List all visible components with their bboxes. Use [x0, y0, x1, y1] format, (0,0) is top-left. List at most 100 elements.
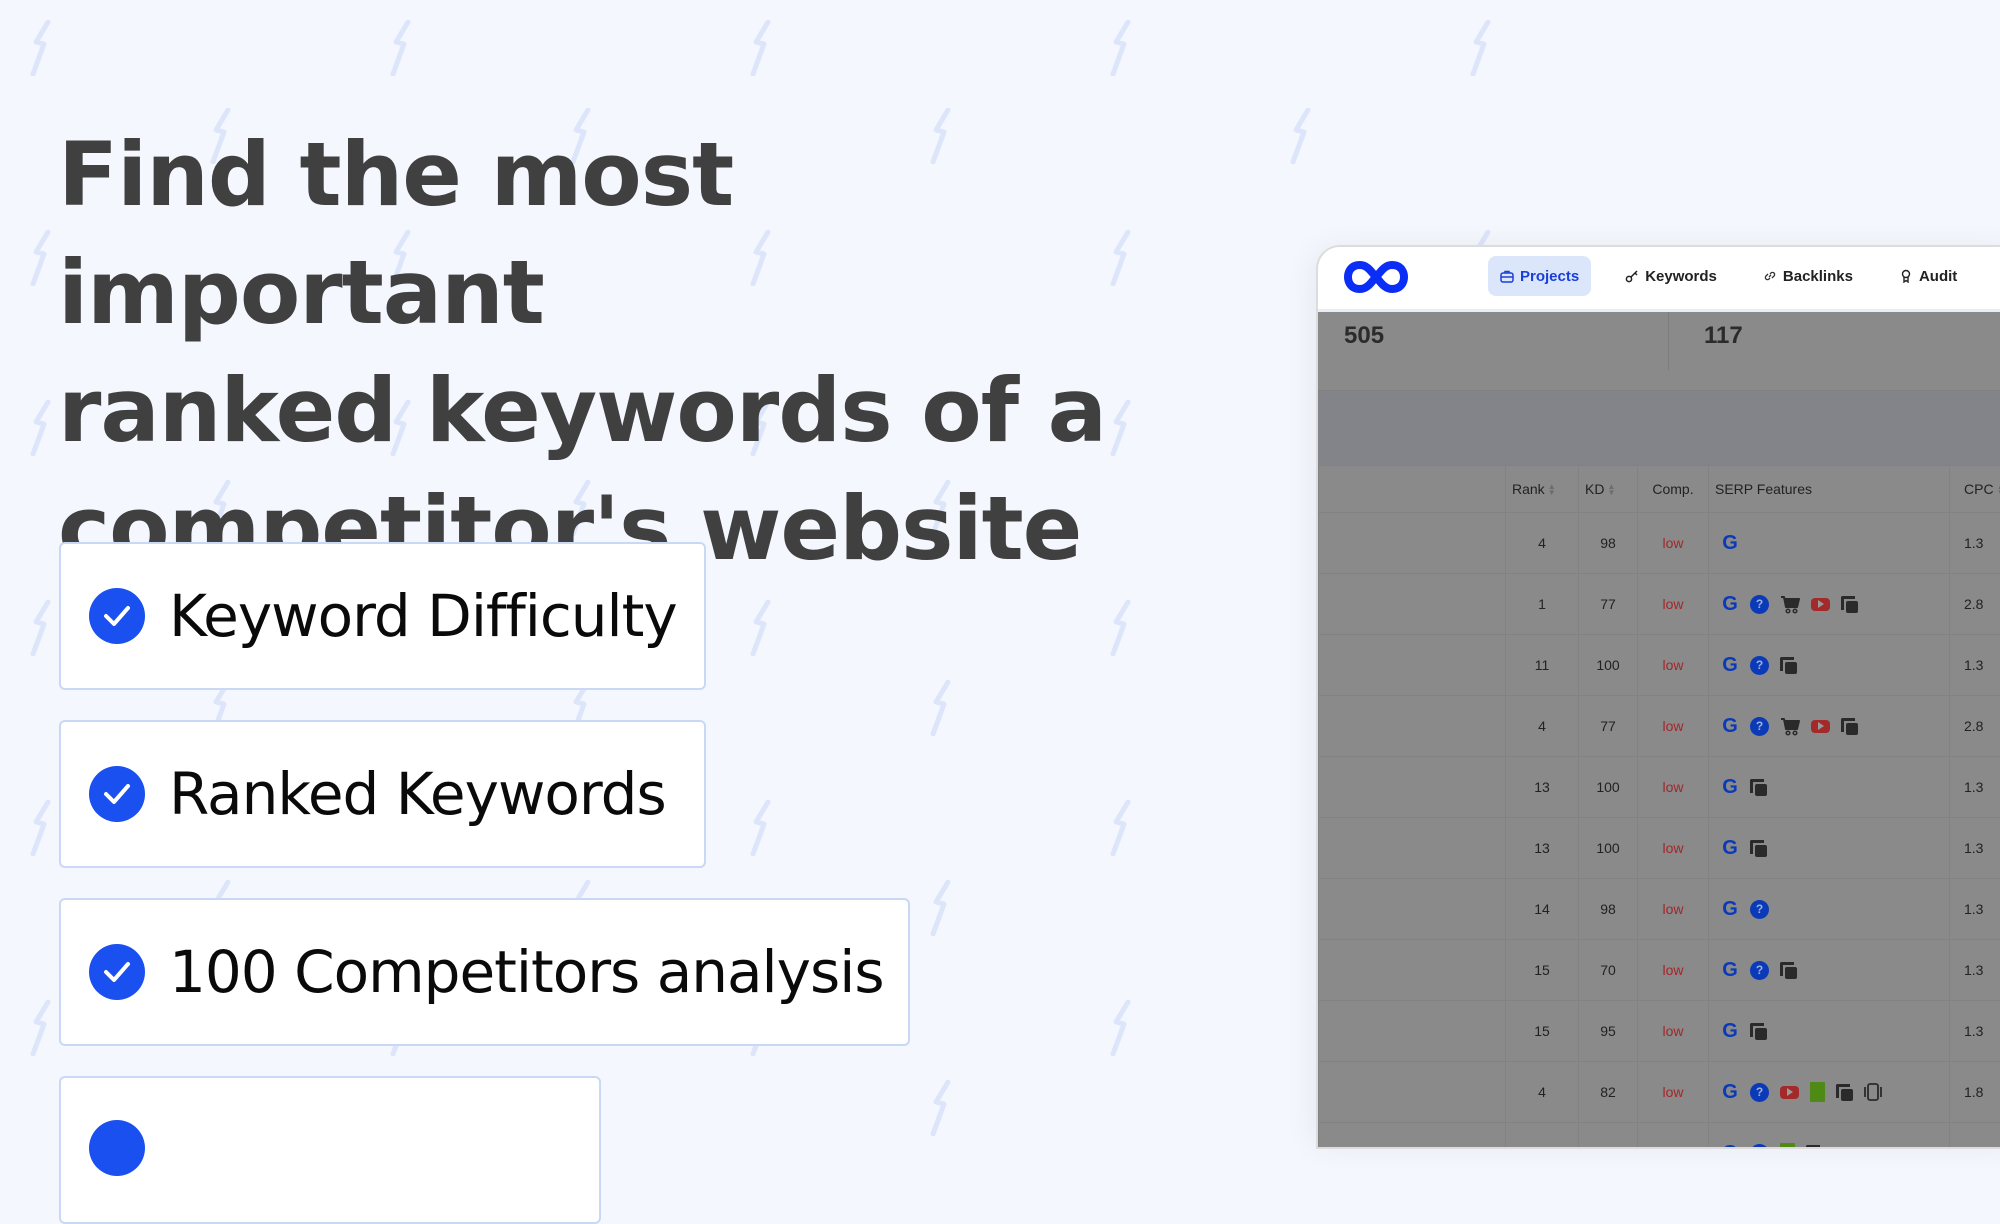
kd-cell: 70	[1579, 940, 1638, 1001]
lightning-bolt-icon	[28, 800, 54, 856]
table-header-row: Rank▲▼ KD▲▼ Comp. SERP Features CPC▲▼	[1319, 466, 2000, 513]
keyword-cell	[1319, 940, 1506, 1001]
copy-icon	[1841, 718, 1858, 735]
headline-line-1: Find the most important	[58, 123, 733, 344]
carousel-icon	[1864, 1083, 1882, 1101]
kd-cell: 100	[1579, 818, 1638, 879]
lightning-bolt-icon	[28, 20, 54, 76]
col-rank[interactable]: Rank▲▼	[1506, 466, 1579, 513]
feature-label: 100 Competitors analysis	[169, 938, 884, 1006]
col-serp-features: SERP Features	[1709, 466, 1950, 513]
copy-icon	[1806, 1145, 1823, 1148]
table-row[interactable]: 1498lowG?1.3	[1319, 879, 2000, 940]
image-file-icon	[1780, 1143, 1795, 1147]
lightning-bolt-icon	[1288, 108, 1314, 164]
table-row[interactable]: 1570lowG?1.3	[1319, 940, 2000, 1001]
table-row[interactable]: 498lowG1.3	[1319, 513, 2000, 574]
kd-cell: 98	[1579, 513, 1638, 574]
col-kd[interactable]: KD▲▼	[1579, 466, 1638, 513]
keyword-cell	[1319, 513, 1506, 574]
briefcase-icon	[1500, 269, 1514, 283]
table-row[interactable]: 477lowG?2.8	[1319, 696, 2000, 757]
question-icon: ?	[1750, 717, 1769, 736]
serp-features-cell: G?	[1709, 1062, 1950, 1123]
comp-cell: low	[1638, 879, 1709, 940]
rank-cell: 14	[1506, 879, 1579, 940]
rank-cell: 15	[1506, 940, 1579, 1001]
youtube-icon	[1780, 1086, 1799, 1099]
nav-projects[interactable]: Projects	[1488, 256, 1591, 296]
rank-cell: 1	[1506, 574, 1579, 635]
feature-label: Ranked Keywords	[169, 760, 666, 828]
google-icon: G	[1721, 776, 1739, 799]
keyword-cell	[1319, 574, 1506, 635]
col-comp: Comp.	[1638, 466, 1709, 513]
serp-features-cell: G?	[1709, 635, 1950, 696]
question-icon: ?	[1750, 900, 1769, 919]
copy-icon	[1836, 1084, 1853, 1101]
cpc-cell: 1.3	[1950, 818, 2000, 879]
serp-features-cell: G	[1709, 818, 1950, 879]
sort-icon[interactable]: ▲▼	[1997, 484, 2000, 496]
comp-cell: low	[1638, 818, 1709, 879]
nav-audit[interactable]: Audit	[1887, 256, 1969, 296]
comp-cell	[1638, 1123, 1709, 1148]
question-icon: ?	[1750, 961, 1769, 980]
keyword-cell	[1319, 1001, 1506, 1062]
sort-icon[interactable]: ▲▼	[1607, 484, 1615, 496]
google-icon: G	[1721, 837, 1739, 860]
nav-backlinks[interactable]: Backlinks	[1751, 256, 1865, 296]
rank-cell: 11	[1506, 635, 1579, 696]
feature-item-4	[59, 1076, 601, 1224]
table-row[interactable]: 1595lowG1.3	[1319, 1001, 2000, 1062]
check-circle-icon	[89, 588, 145, 644]
table-row[interactable]: 177lowG?2.8	[1319, 574, 2000, 635]
table-row[interactable]: G?	[1319, 1123, 2000, 1148]
keyword-cell	[1319, 879, 1506, 940]
image-file-icon	[1810, 1082, 1825, 1102]
google-icon: G	[1721, 532, 1739, 555]
google-icon: G	[1721, 1081, 1739, 1104]
table-row[interactable]: 13100lowG1.3	[1319, 757, 2000, 818]
shopping-cart-icon	[1780, 716, 1800, 736]
serp-features-cell: G?	[1709, 696, 1950, 757]
comp-cell: low	[1638, 757, 1709, 818]
shopping-cart-icon	[1780, 594, 1800, 614]
keyword-cell	[1319, 757, 1506, 818]
infinity-logo-icon[interactable]	[1344, 259, 1408, 295]
check-circle-icon	[89, 1120, 145, 1176]
copy-icon	[1750, 1023, 1767, 1040]
cpc-cell: 2.8	[1950, 696, 2000, 757]
lightning-bolt-icon	[388, 20, 414, 76]
sort-icon[interactable]: ▲▼	[1548, 484, 1556, 496]
nav-keywords[interactable]: Keywords	[1613, 256, 1729, 296]
modal-overlay: 505 117 Rank▲▼ KD▲▼ Comp. SERP Features …	[1318, 312, 2000, 1147]
kd-cell: 98	[1579, 879, 1638, 940]
col-cpc[interactable]: CPC▲▼	[1950, 466, 2000, 513]
cpc-cell: 1.3	[1950, 513, 2000, 574]
serp-features-cell: G?	[1709, 1123, 1950, 1148]
rank-cell: 15	[1506, 1001, 1579, 1062]
lightning-bolt-icon	[28, 230, 54, 286]
table-row[interactable]: 13100low G 1.3	[1319, 818, 2000, 879]
rank-cell	[1506, 1123, 1579, 1148]
kd-cell: 95	[1579, 1001, 1638, 1062]
feature-keyword-difficulty: Keyword Difficulty	[59, 542, 706, 690]
nav-label: Projects	[1520, 268, 1579, 285]
comp-cell: low	[1638, 574, 1709, 635]
feature-ranked-keywords: Ranked Keywords	[59, 720, 706, 868]
copy-icon	[1780, 962, 1797, 979]
table-row[interactable]: 11100lowG?1.3	[1319, 635, 2000, 696]
comp-cell: low	[1638, 1062, 1709, 1123]
serp-features-cell: G	[1709, 757, 1950, 818]
comp-cell: low	[1638, 1001, 1709, 1062]
lightning-bolt-icon	[1108, 20, 1134, 76]
rank-cell: 13	[1506, 818, 1579, 879]
kd-cell: 77	[1579, 574, 1638, 635]
lightning-bolt-icon	[928, 1080, 954, 1136]
lightning-bolt-icon	[1468, 20, 1494, 76]
nav-label: Backlinks	[1783, 268, 1853, 285]
table-row[interactable]: 482lowG?1.8	[1319, 1062, 2000, 1123]
question-icon: ?	[1750, 1083, 1769, 1102]
check-circle-icon	[89, 766, 145, 822]
